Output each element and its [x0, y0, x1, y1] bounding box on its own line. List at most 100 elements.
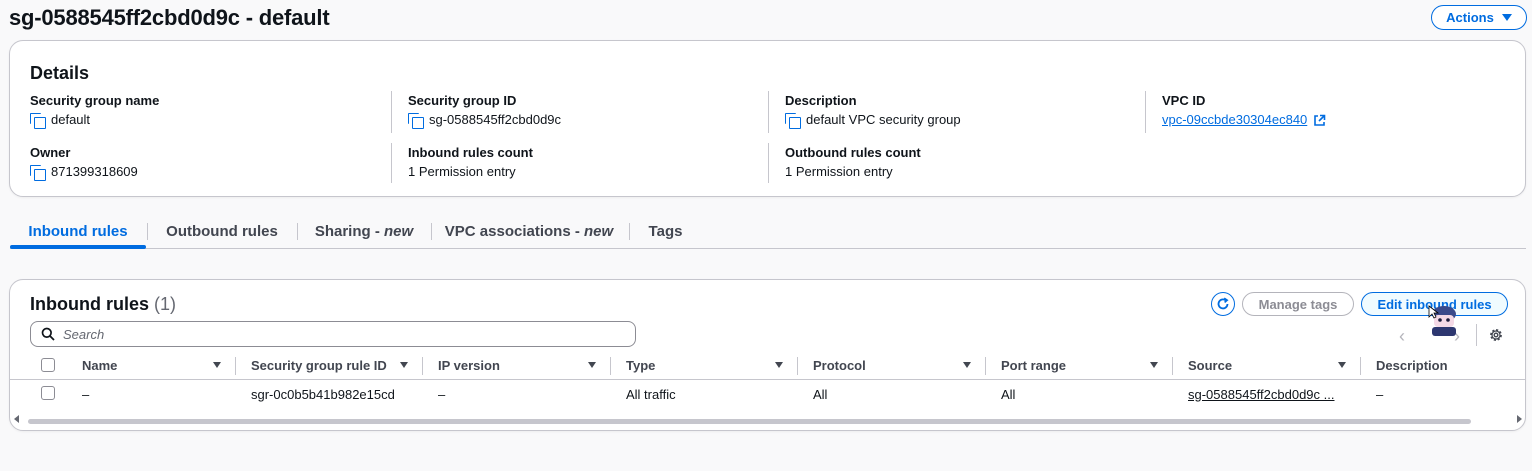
chevron-left-icon[interactable]: ‹ — [1399, 326, 1405, 347]
table-header: Name Security group rule ID IP version T… — [10, 351, 1525, 380]
gear-icon[interactable] — [1488, 327, 1504, 343]
tab-vpc-associations[interactable]: VPC associations - new — [444, 214, 614, 248]
search-icon — [41, 327, 55, 341]
divider — [768, 143, 769, 183]
column-resizer[interactable] — [1172, 357, 1173, 375]
field-label: Owner — [30, 145, 71, 160]
tab-new-badge: new — [584, 222, 614, 240]
column-resizer[interactable] — [610, 357, 611, 375]
sort-icon[interactable] — [400, 362, 408, 368]
column-resizer[interactable] — [985, 357, 986, 375]
details-title: Details — [30, 63, 90, 83]
scroll-right-arrow[interactable] — [1517, 415, 1522, 423]
tab-label: Tags — [648, 222, 683, 240]
sort-icon[interactable] — [775, 362, 783, 368]
horizontal-scrollbar[interactable] — [28, 419, 1471, 424]
caret-down-icon — [1501, 14, 1512, 21]
tab-outbound-rules[interactable]: Outbound rules — [156, 214, 288, 248]
copy-icon[interactable] — [30, 164, 46, 181]
tab-bar: Inbound rules Outbound rules Sharing - n… — [10, 214, 1526, 249]
column-header-source[interactable]: Source — [1188, 351, 1232, 379]
divider — [1145, 91, 1146, 133]
column-resizer[interactable] — [797, 357, 798, 375]
cell-port-range: All — [1001, 386, 1016, 402]
cell-description: – — [1376, 386, 1384, 402]
cell-type: All traffic — [626, 386, 676, 402]
search-field[interactable] — [30, 321, 636, 347]
field-value: default — [51, 112, 91, 127]
tab-new-badge: new — [383, 222, 414, 240]
field-value: sg-0588545ff2cbd0d9c — [429, 112, 562, 127]
column-header-port-range[interactable]: Port range — [1001, 351, 1066, 379]
cursor-avatar-icon — [1428, 305, 1456, 336]
field-security-group-id: Security group ID sg-0588545ff2cbd0d9c — [408, 93, 562, 129]
external-link-icon[interactable] — [1313, 114, 1326, 127]
field-value: 871399318609 — [51, 164, 138, 179]
inbound-rules-title: Inbound rules — [30, 294, 149, 314]
column-resizer[interactable] — [1360, 357, 1361, 375]
tab-label: Inbound rules — [28, 222, 128, 240]
column-header-ip-version[interactable]: IP version — [438, 351, 500, 379]
cell-source-link[interactable]: sg-0588545ff2cbd0d9c ... — [1188, 380, 1335, 408]
table-row[interactable]: – sgr-0c0b5b41b982e15cd – All traffic Al… — [10, 380, 1525, 408]
row-checkbox[interactable] — [41, 386, 55, 400]
sort-icon[interactable] — [963, 362, 971, 368]
sort-icon[interactable] — [1338, 362, 1346, 368]
cell-protocol: All — [813, 386, 828, 402]
search-input[interactable] — [63, 326, 623, 342]
tab-separator — [297, 223, 298, 240]
field-label: Security group ID — [408, 93, 517, 108]
field-security-group-name: Security group name default — [30, 93, 160, 129]
field-label: VPC ID — [1162, 93, 1206, 108]
divider — [391, 91, 392, 133]
field-label: Outbound rules count — [785, 145, 921, 160]
tab-separator — [431, 223, 432, 240]
tab-label: Sharing - — [314, 222, 384, 240]
tab-tags[interactable]: Tags — [643, 214, 688, 248]
tab-label: Outbound rules — [166, 222, 278, 240]
sort-icon[interactable] — [588, 362, 596, 368]
actions-label: Actions — [1446, 10, 1494, 25]
field-description: Description default VPC security group — [785, 93, 961, 129]
copy-icon[interactable] — [785, 112, 801, 129]
field-label: Security group name — [30, 93, 160, 108]
sort-icon[interactable] — [213, 362, 221, 368]
tab-inbound-rules[interactable]: Inbound rules — [10, 214, 146, 249]
tab-label: VPC associations - — [444, 222, 585, 240]
select-all-checkbox[interactable] — [41, 358, 55, 372]
refresh-button[interactable] — [1211, 292, 1235, 316]
column-header-description[interactable]: Description — [1376, 351, 1448, 379]
column-header-type[interactable]: Type — [626, 351, 655, 379]
inbound-rules-count: (1) — [154, 294, 177, 314]
field-label: Inbound rules count — [408, 145, 533, 160]
column-header-protocol[interactable]: Protocol — [813, 351, 866, 379]
cell-name: – — [82, 386, 90, 402]
field-inbound-rules-count: Inbound rules count 1 Permission entry — [408, 145, 533, 180]
page-title: sg-0588545ff2cbd0d9c - default — [9, 5, 330, 30]
actions-button[interactable]: Actions — [1431, 5, 1527, 30]
inbound-rules-panel: Inbound rules (1) Manage tags Edit inbou… — [9, 279, 1526, 431]
vpc-id-link[interactable]: vpc-09ccbde30304ec840 — [1162, 112, 1307, 128]
tab-sharing[interactable]: Sharing - new — [308, 214, 420, 248]
scroll-left-arrow[interactable] — [14, 415, 19, 423]
refresh-icon — [1217, 297, 1229, 310]
copy-icon[interactable] — [30, 112, 46, 129]
column-header-rule-id[interactable]: Security group rule ID — [251, 351, 387, 379]
column-resizer[interactable] — [422, 357, 423, 375]
column-resizer[interactable] — [235, 357, 236, 375]
divider — [1476, 324, 1477, 346]
manage-tags-button[interactable]: Manage tags — [1242, 292, 1354, 316]
divider — [391, 143, 392, 183]
cell-rule-id: sgr-0c0b5b41b982e15cd — [251, 386, 395, 402]
field-value: default VPC security group — [806, 112, 961, 127]
field-owner: Owner 871399318609 — [30, 145, 138, 181]
divider — [768, 91, 769, 133]
field-outbound-rules-count: Outbound rules count 1 Permission entry — [785, 145, 921, 180]
sort-icon[interactable] — [1150, 362, 1158, 368]
inbound-rules-heading: Inbound rules (1) — [30, 294, 176, 315]
field-vpc-id: VPC ID vpc-09ccbde30304ec840 — [1162, 93, 1326, 128]
details-panel: Details Security group name default Secu… — [9, 40, 1526, 197]
field-value: 1 Permission entry — [408, 164, 516, 179]
copy-icon[interactable] — [408, 112, 424, 129]
column-header-name[interactable]: Name — [82, 351, 117, 379]
